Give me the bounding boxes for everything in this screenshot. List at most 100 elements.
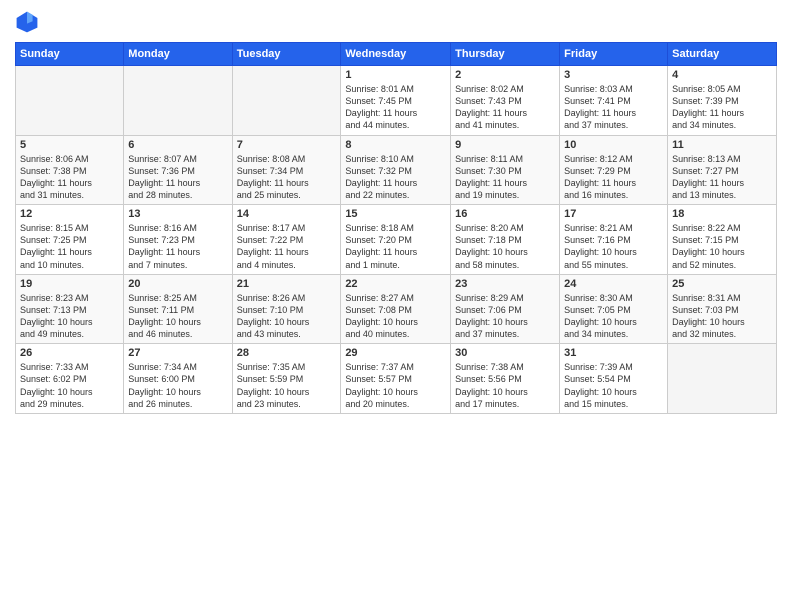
day-info: Sunrise: 8:29 AM Sunset: 7:06 PM Dayligh… [455,292,555,341]
calendar-day: 24 Sunrise: 8:30 AM Sunset: 7:05 PM Dayli… [560,274,668,344]
page: SundayMondayTuesdayWednesdayThursdayFrid… [0,0,792,612]
day-number: 24 [564,278,663,290]
calendar-day: 10Sunrise: 8:12 AM Sunset: 7:29 PM Dayli… [560,135,668,205]
day-info: Sunrise: 8:12 AM Sunset: 7:29 PM Dayligh… [564,153,663,202]
day-info: Sunrise: 7:37 AM Sunset: 5:57 PM Dayligh… [345,361,446,410]
calendar-day: 14 Sunrise: 8:17 AM Sunset: 7:22 PM Dayli… [232,205,341,275]
calendar-header-saturday: Saturday [668,43,777,66]
calendar-header-wednesday: Wednesday [341,43,451,66]
calendar: SundayMondayTuesdayWednesdayThursdayFrid… [15,42,777,414]
calendar-header-monday: Monday [124,43,232,66]
day-info: Sunrise: 8:01 AM Sunset: 7:45 PM Dayligh… [345,83,446,132]
day-number: 25 [672,278,772,290]
calendar-day: 23 Sunrise: 8:29 AM Sunset: 7:06 PM Dayli… [451,274,560,344]
calendar-day: 28 Sunrise: 7:35 AM Sunset: 5:59 PM Dayli… [232,344,341,414]
calendar-day [668,344,777,414]
day-number: 16 [455,208,555,220]
day-info: Sunrise: 8:16 AM Sunset: 7:23 PM Dayligh… [128,222,227,271]
day-info: Sunrise: 8:17 AM Sunset: 7:22 PM Dayligh… [237,222,337,271]
day-info: Sunrise: 8:26 AM Sunset: 7:10 PM Dayligh… [237,292,337,341]
day-number: 28 [237,347,337,359]
day-info: Sunrise: 7:35 AM Sunset: 5:59 PM Dayligh… [237,361,337,410]
calendar-day: 31 Sunrise: 7:39 AM Sunset: 5:54 PM Dayli… [560,344,668,414]
day-info: Sunrise: 8:02 AM Sunset: 7:43 PM Dayligh… [455,83,555,132]
calendar-day: 8 Sunrise: 8:10 AM Sunset: 7:32 PM Daylig… [341,135,451,205]
day-number: 2 [455,69,555,81]
day-info: Sunrise: 8:27 AM Sunset: 7:08 PM Dayligh… [345,292,446,341]
day-number: 1 [345,69,446,81]
day-info: Sunrise: 8:13 AM Sunset: 7:27 PM Dayligh… [672,153,772,202]
calendar-day: 17Sunrise: 8:21 AM Sunset: 7:16 PM Dayli… [560,205,668,275]
calendar-week-row: 12 Sunrise: 8:15 AM Sunset: 7:25 PM Dayli… [16,205,777,275]
calendar-day: 5 Sunrise: 8:06 AM Sunset: 7:38 PM Daylig… [16,135,124,205]
day-info: Sunrise: 8:03 AM Sunset: 7:41 PM Dayligh… [564,83,663,132]
calendar-day: 3 Sunrise: 8:03 AM Sunset: 7:41 PM Daylig… [560,66,668,136]
calendar-day: 20 Sunrise: 8:25 AM Sunset: 7:11 PM Dayli… [124,274,232,344]
header [15,10,777,34]
day-number: 3 [564,69,663,81]
calendar-day: 25 Sunrise: 8:31 AM Sunset: 7:03 PM Dayli… [668,274,777,344]
day-number: 31 [564,347,663,359]
day-number: 15 [345,208,446,220]
calendar-header-row: SundayMondayTuesdayWednesdayThursdayFrid… [16,43,777,66]
day-number: 19 [20,278,119,290]
calendar-day: 16 Sunrise: 8:20 AM Sunset: 7:18 PM Dayli… [451,205,560,275]
calendar-week-row: 1 Sunrise: 8:01 AM Sunset: 7:45 PM Daylig… [16,66,777,136]
calendar-day: 19 Sunrise: 8:23 AM Sunset: 7:13 PM Dayli… [16,274,124,344]
calendar-header-friday: Friday [560,43,668,66]
day-number: 8 [345,139,446,151]
calendar-day: 11 Sunrise: 8:13 AM Sunset: 7:27 PM Dayli… [668,135,777,205]
calendar-day: 6 Sunrise: 8:07 AM Sunset: 7:36 PM Daylig… [124,135,232,205]
day-number: 23 [455,278,555,290]
day-number: 17 [564,208,663,220]
day-info: Sunrise: 8:30 AM Sunset: 7:05 PM Dayligh… [564,292,663,341]
day-info: Sunrise: 8:23 AM Sunset: 7:13 PM Dayligh… [20,292,119,341]
day-info: Sunrise: 8:15 AM Sunset: 7:25 PM Dayligh… [20,222,119,271]
day-number: 27 [128,347,227,359]
day-number: 9 [455,139,555,151]
day-info: Sunrise: 8:08 AM Sunset: 7:34 PM Dayligh… [237,153,337,202]
day-info: Sunrise: 8:20 AM Sunset: 7:18 PM Dayligh… [455,222,555,271]
calendar-day: 27 Sunrise: 7:34 AM Sunset: 6:00 PM Dayli… [124,344,232,414]
day-number: 14 [237,208,337,220]
day-number: 21 [237,278,337,290]
day-info: Sunrise: 8:22 AM Sunset: 7:15 PM Dayligh… [672,222,772,271]
calendar-day [232,66,341,136]
calendar-header-thursday: Thursday [451,43,560,66]
day-info: Sunrise: 7:39 AM Sunset: 5:54 PM Dayligh… [564,361,663,410]
day-number: 12 [20,208,119,220]
calendar-day: 4 Sunrise: 8:05 AM Sunset: 7:39 PM Daylig… [668,66,777,136]
day-info: Sunrise: 7:34 AM Sunset: 6:00 PM Dayligh… [128,361,227,410]
day-info: Sunrise: 8:06 AM Sunset: 7:38 PM Dayligh… [20,153,119,202]
day-info: Sunrise: 8:05 AM Sunset: 7:39 PM Dayligh… [672,83,772,132]
day-number: 13 [128,208,227,220]
calendar-header-tuesday: Tuesday [232,43,341,66]
day-number: 5 [20,139,119,151]
day-info: Sunrise: 8:07 AM Sunset: 7:36 PM Dayligh… [128,153,227,202]
day-number: 30 [455,347,555,359]
day-info: Sunrise: 8:18 AM Sunset: 7:20 PM Dayligh… [345,222,446,271]
day-number: 7 [237,139,337,151]
day-number: 20 [128,278,227,290]
day-info: Sunrise: 8:11 AM Sunset: 7:30 PM Dayligh… [455,153,555,202]
calendar-day: 30 Sunrise: 7:38 AM Sunset: 5:56 PM Dayli… [451,344,560,414]
logo [15,10,43,34]
day-number: 11 [672,139,772,151]
calendar-day: 22Sunrise: 8:27 AM Sunset: 7:08 PM Dayli… [341,274,451,344]
calendar-day: 15 Sunrise: 8:18 AM Sunset: 7:20 PM Dayli… [341,205,451,275]
calendar-day: 9 Sunrise: 8:11 AM Sunset: 7:30 PM Daylig… [451,135,560,205]
calendar-day [124,66,232,136]
calendar-day: 29Sunrise: 7:37 AM Sunset: 5:57 PM Dayli… [341,344,451,414]
calendar-week-row: 5 Sunrise: 8:06 AM Sunset: 7:38 PM Daylig… [16,135,777,205]
day-number: 6 [128,139,227,151]
calendar-header-sunday: Sunday [16,43,124,66]
day-info: Sunrise: 8:31 AM Sunset: 7:03 PM Dayligh… [672,292,772,341]
day-info: Sunrise: 8:10 AM Sunset: 7:32 PM Dayligh… [345,153,446,202]
calendar-week-row: 19 Sunrise: 8:23 AM Sunset: 7:13 PM Dayli… [16,274,777,344]
day-number: 4 [672,69,772,81]
day-info: Sunrise: 8:25 AM Sunset: 7:11 PM Dayligh… [128,292,227,341]
calendar-day: 2 Sunrise: 8:02 AM Sunset: 7:43 PM Daylig… [451,66,560,136]
calendar-day: 13 Sunrise: 8:16 AM Sunset: 7:23 PM Dayli… [124,205,232,275]
calendar-day: 1 Sunrise: 8:01 AM Sunset: 7:45 PM Daylig… [341,66,451,136]
day-info: Sunrise: 7:38 AM Sunset: 5:56 PM Dayligh… [455,361,555,410]
